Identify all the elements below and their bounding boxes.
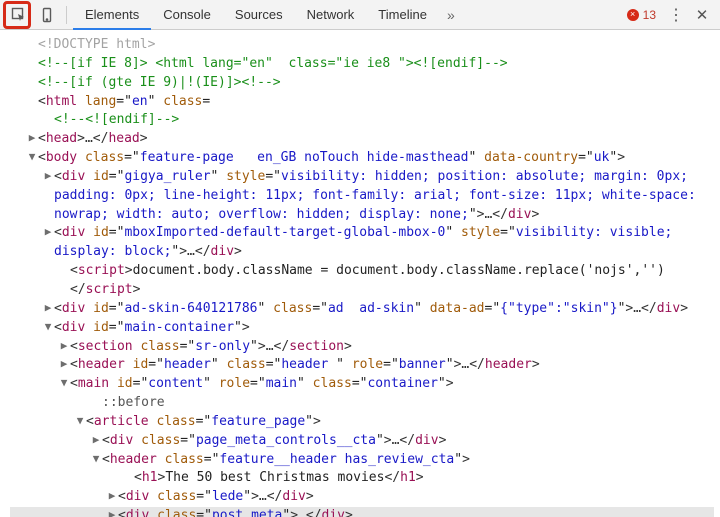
dom-node-row[interactable]: <!DOCTYPE html> <box>10 36 714 55</box>
dom-node-code[interactable]: <html lang="en" class= <box>38 93 210 112</box>
disclosure-closed-icon[interactable]: ▶ <box>42 300 54 316</box>
disclosure-closed-icon[interactable]: ▶ <box>90 432 102 448</box>
dom-node-row[interactable]: <!--<![endif]--> <box>10 111 714 130</box>
tab-sources[interactable]: Sources <box>223 0 295 29</box>
disclosure-open-icon[interactable]: ▼ <box>42 319 54 335</box>
disclosure-closed-icon[interactable]: ▶ <box>106 507 118 517</box>
device-toggle-icon[interactable] <box>34 2 60 28</box>
dom-node-code[interactable]: <!DOCTYPE html> <box>38 36 155 55</box>
dom-node-code[interactable]: <header id="header" class="header " role… <box>70 356 540 375</box>
dom-node-code[interactable]: <script>document.body.className = docume… <box>70 262 710 300</box>
disclosure-closed-icon[interactable]: ▶ <box>58 338 70 354</box>
dom-node-code[interactable]: <div id="main-container"> <box>54 319 250 338</box>
dom-node-row[interactable]: ▶<head>…</head> <box>10 130 714 149</box>
dom-node-code[interactable]: <header class="feature__header has_revie… <box>102 451 470 470</box>
dom-node-code[interactable]: <section class="sr-only">…</section> <box>70 338 352 357</box>
tabs-overflow-button[interactable]: » <box>439 7 463 23</box>
dom-node-row[interactable]: <script>document.body.className = docume… <box>10 262 714 300</box>
tab-timeline[interactable]: Timeline <box>366 0 439 29</box>
inspect-element-icon[interactable] <box>6 2 32 28</box>
disclosure-closed-icon[interactable]: ▶ <box>42 168 54 184</box>
dom-node-code[interactable]: <!--[if (gte IE 9)|!(IE)]><!--> <box>38 74 281 93</box>
tab-console[interactable]: Console <box>151 0 223 29</box>
devtools-menu-button[interactable]: ⋮ <box>664 5 688 25</box>
disclosure-open-icon[interactable]: ▼ <box>58 375 70 391</box>
devtools-toolbar: Elements Console Sources Network Timelin… <box>0 0 720 30</box>
dom-node-row[interactable]: ▼<div id="main-container"> <box>10 319 714 338</box>
dom-node-code[interactable]: <div class="post_meta">…</div> <box>118 507 353 517</box>
toolbar-separator <box>66 6 67 24</box>
disclosure-open-icon[interactable]: ▼ <box>74 413 86 429</box>
tab-elements[interactable]: Elements <box>73 0 151 29</box>
dom-node-row[interactable]: ▶<header id="header" class="header " rol… <box>10 356 714 375</box>
dom-node-code[interactable]: <div id="ad-skin-640121786" class="ad ad… <box>54 300 688 319</box>
dom-node-code[interactable]: <div class="lede">…</div> <box>118 488 314 507</box>
dom-node-row[interactable]: <html lang="en" class= <box>10 93 714 112</box>
dom-node-row[interactable]: <!--[if IE 8]> <html lang="en" class="ie… <box>10 55 714 74</box>
dom-node-row[interactable]: <h1>The 50 best Christmas movies</h1> <box>10 469 714 488</box>
dom-node-row[interactable]: <!--[if (gte IE 9)|!(IE)]><!--> <box>10 74 714 93</box>
dom-node-code[interactable]: <!--<![endif]--> <box>54 111 179 130</box>
dom-node-row[interactable]: ▼<body class="feature-page en_GB noTouch… <box>10 149 714 168</box>
dom-node-row[interactable]: ▼<main id="content" role="main" class="c… <box>10 375 714 394</box>
error-icon <box>627 9 639 21</box>
devtools-close-button[interactable]: ✕ <box>690 6 714 24</box>
dom-node-row[interactable]: ▶<div id="ad-skin-640121786" class="ad a… <box>10 300 714 319</box>
dom-node-code[interactable]: <div id="gigya_ruler" style="visibility:… <box>54 168 710 225</box>
disclosure-closed-icon[interactable]: ▶ <box>106 488 118 504</box>
devtools-tabs: Elements Console Sources Network Timelin… <box>73 0 619 29</box>
dom-node-code[interactable]: <div id="mboxImported-default-target-glo… <box>54 224 710 262</box>
disclosure-open-icon[interactable]: ▼ <box>26 149 38 165</box>
dom-node-code[interactable]: <body class="feature-page en_GB noTouch … <box>38 149 625 168</box>
dom-node-row[interactable]: ::before <box>10 394 714 413</box>
dom-node-row[interactable]: ▼<article class="feature_page"> <box>10 413 714 432</box>
dom-node-code[interactable]: <main id="content" role="main" class="co… <box>70 375 454 394</box>
dom-node-row[interactable]: ▶<div id="mboxImported-default-target-gl… <box>10 224 714 262</box>
disclosure-closed-icon[interactable]: ▶ <box>42 224 54 240</box>
dom-node-row[interactable]: ▶<div class="page_meta_controls__cta">…<… <box>10 432 714 451</box>
dom-node-row[interactable]: ▶<div id="gigya_ruler" style="visibility… <box>10 168 714 225</box>
disclosure-closed-icon[interactable]: ▶ <box>26 130 38 146</box>
dom-tree-panel[interactable]: <!DOCTYPE html><!--[if IE 8]> <html lang… <box>0 30 720 517</box>
dom-node-code[interactable]: <div class="page_meta_controls__cta">…</… <box>102 432 446 451</box>
dom-node-row[interactable]: ▶<div class="lede">…</div> <box>10 488 714 507</box>
disclosure-closed-icon[interactable]: ▶ <box>58 356 70 372</box>
dom-node-code[interactable]: <!--[if IE 8]> <html lang="en" class="ie… <box>38 55 508 74</box>
tab-network[interactable]: Network <box>295 0 367 29</box>
error-count[interactable]: 13 <box>621 8 662 22</box>
dom-node-code[interactable]: <h1>The 50 best Christmas movies</h1> <box>134 469 424 488</box>
dom-node-code[interactable]: <article class="feature_page"> <box>86 413 321 432</box>
dom-node-code[interactable]: <head>…</head> <box>38 130 148 149</box>
dom-node-code[interactable]: ::before <box>102 394 165 413</box>
error-count-value: 13 <box>643 8 656 22</box>
dom-node-row[interactable]: ▼<header class="feature__header has_revi… <box>10 451 714 470</box>
disclosure-open-icon[interactable]: ▼ <box>90 451 102 467</box>
dom-node-row[interactable]: ▶<div class="post_meta">…</div> <box>10 507 714 517</box>
dom-node-row[interactable]: ▶<section class="sr-only">…</section> <box>10 338 714 357</box>
